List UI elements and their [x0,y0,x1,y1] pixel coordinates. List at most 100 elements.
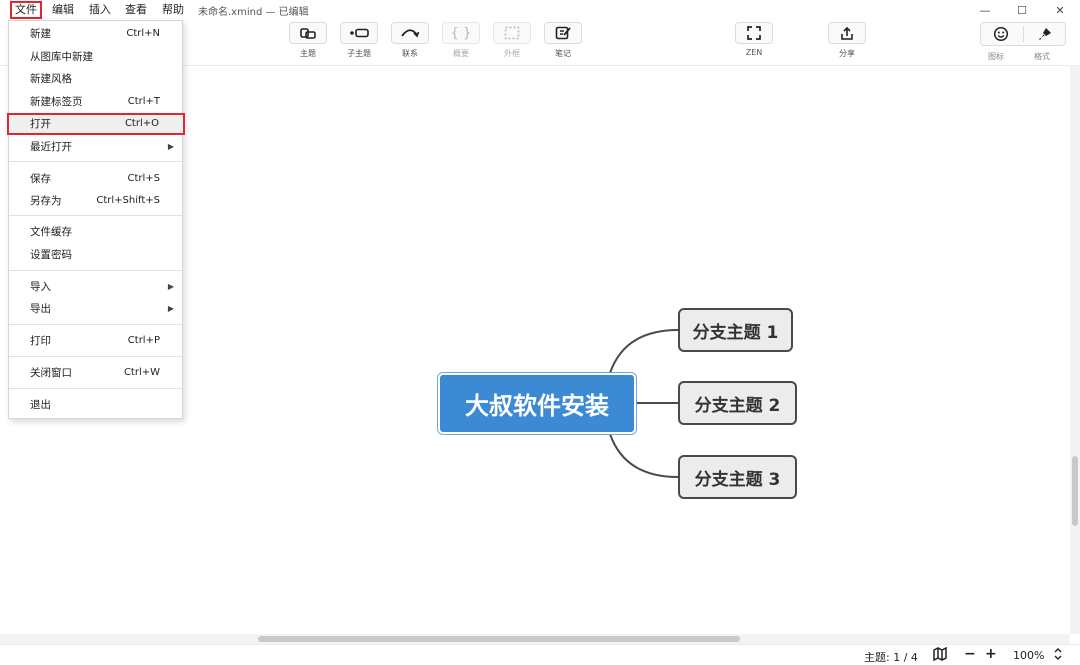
menu-edit[interactable]: 编辑 [52,2,74,18]
divider [1023,26,1024,42]
menu-item-shortcut: Ctrl+Shift+S [96,195,160,206]
menu-item-import[interactable]: 导入 ▶ [10,276,182,298]
status-bar: 主题: 1 / 4 − + 100% [0,644,1080,665]
menu-item-label: 另存为 [30,195,62,207]
menu-item-label: 设置密码 [30,249,72,261]
menu-item-print[interactable]: 打印 Ctrl+P [10,330,182,352]
menu-item-label: 打印 [30,335,51,347]
note-button[interactable] [544,22,582,44]
menu-item-label: 导出 [30,303,51,315]
menu-item-new-from-gallery[interactable]: 从图库中新建 [10,46,182,68]
topic-tool[interactable]: 主题 [288,22,328,59]
icon-panel-button[interactable] [993,26,1009,46]
topic-button[interactable] [289,22,327,44]
minimize-button[interactable]: — [966,0,1004,20]
subtopic-icon [350,28,369,38]
menu-item-save-as[interactable]: 另存为 Ctrl+Shift+S [10,190,182,212]
branch-topic-3[interactable]: 分支主题 3 [678,455,797,499]
menu-item-label: 关闭窗口 [30,367,72,379]
menu-item-label: 保存 [30,173,51,185]
zen-tool[interactable]: ZEN [734,22,774,57]
share-icon [841,26,853,40]
map-icon [933,646,947,662]
menu-item-recent[interactable]: 最近打开 ▶ [10,136,182,158]
zoom-level[interactable]: 100% [1013,649,1044,662]
zen-button[interactable] [735,22,773,44]
topic-count: 主题: 1 / 4 [864,651,918,664]
boundary-label: 外框 [504,49,520,58]
relationship-tool[interactable]: 联系 [390,22,430,59]
up-down-chevron-icon [1054,648,1062,660]
horizontal-scroll-thumb[interactable] [258,636,740,642]
zoom-in-button[interactable]: + [985,646,997,662]
menu-item-export[interactable]: 导出 ▶ [10,298,182,320]
menu-item-set-password[interactable]: 设置密码 [10,244,182,266]
menu-help[interactable]: 帮助 [162,2,184,18]
icon-panel-label: 图标 [988,52,1004,61]
note-icon [555,26,571,40]
menu-item-label: 新建 [30,28,51,40]
title-bar: 文件 编辑 插入 查看 帮助 未命名.xmind — 已编辑 — ☐ ✕ [0,0,1080,20]
menu-item-label: 新建标签页 [30,96,83,108]
fullscreen-icon [747,26,761,40]
note-label: 笔记 [555,49,571,58]
boundary-icon [504,26,520,40]
relationship-button[interactable] [391,22,429,44]
menu-item-new-tab[interactable]: 新建标签页 Ctrl+T [10,91,182,113]
menu-item-open[interactable]: 打开 Ctrl+O [7,113,185,135]
zoom-out-button[interactable]: − [964,646,976,662]
menu-separator [9,356,182,357]
subtopic-tool[interactable]: 子主题 [339,22,379,59]
zen-label: ZEN [745,48,763,57]
central-topic[interactable]: 大叔软件安装 [437,372,637,435]
zoom-stepper[interactable] [1053,647,1063,664]
file-menu-dropdown: 新建 Ctrl+N 从图库中新建 新建风格 新建标签页 Ctrl+T 打开 Ctrl+… [7,20,185,419]
menu-item-close-window[interactable]: 关闭窗口 Ctrl+W [10,362,182,384]
menu-item-label: 导入 [30,281,51,293]
summary-tool[interactable]: { } 概要 [441,22,481,59]
menu-item-save[interactable]: 保存 Ctrl+S [10,168,182,190]
menu-item-file-cache[interactable]: 文件缓存 [10,221,182,243]
menu-separator [9,270,182,271]
branch-topic-2[interactable]: 分支主题 2 [678,381,797,425]
menu-item-exit[interactable]: 退出 [10,394,182,416]
boundary-button[interactable] [493,22,531,44]
share-tool[interactable]: 分享 [827,22,867,59]
menu-item-shortcut: Ctrl+T [127,96,160,107]
vertical-scroll-thumb[interactable] [1072,456,1078,526]
submenu-arrow-icon: ▶ [167,142,174,151]
menu-item-shortcut: Ctrl+P [127,335,160,346]
app-window: 文件 编辑 插入 查看 帮助 未命名.xmind — 已编辑 — ☐ ✕ 主题 … [0,0,1080,665]
menu-view[interactable]: 查看 [125,2,147,18]
close-button[interactable]: ✕ [1041,0,1079,20]
menu-item-label: 退出 [30,399,51,411]
format-panel-button[interactable] [1037,26,1053,46]
menu-item-shortcut: Ctrl+S [127,173,160,184]
vertical-scrollbar[interactable] [1070,66,1080,634]
menu-file[interactable]: 文件 [10,1,42,19]
paint-brush-icon [1039,28,1051,40]
boundary-tool[interactable]: 外框 [492,22,532,59]
maximize-button[interactable]: ☐ [1003,0,1041,20]
subtopic-button[interactable] [340,22,378,44]
summary-button[interactable]: { } [442,22,480,44]
note-tool[interactable]: 笔记 [543,22,583,59]
share-button[interactable] [828,22,866,44]
menu-item-shortcut: Ctrl+N [126,28,160,39]
menu-insert[interactable]: 插入 [89,2,111,18]
menu-item-label: 从图库中新建 [30,51,93,63]
submenu-arrow-icon: ▶ [167,304,174,313]
horizontal-scrollbar[interactable] [0,634,1070,644]
menu-item-new-style[interactable]: 新建风格 [10,68,182,90]
connector-branch-1 [609,329,679,374]
braces-icon: { } [450,25,472,41]
branch-topic-1[interactable]: 分支主题 1 [678,308,793,352]
menu-item-shortcut: Ctrl+W [123,367,160,378]
menu-separator [9,388,182,389]
outliner-toggle[interactable] [933,646,947,664]
menu-item-new[interactable]: 新建 Ctrl+N [10,23,182,45]
menu-item-label: 最近打开 [30,141,72,153]
relationship-icon [401,29,420,38]
summary-label: 概要 [453,49,469,58]
panel-toggle-group [980,22,1066,46]
